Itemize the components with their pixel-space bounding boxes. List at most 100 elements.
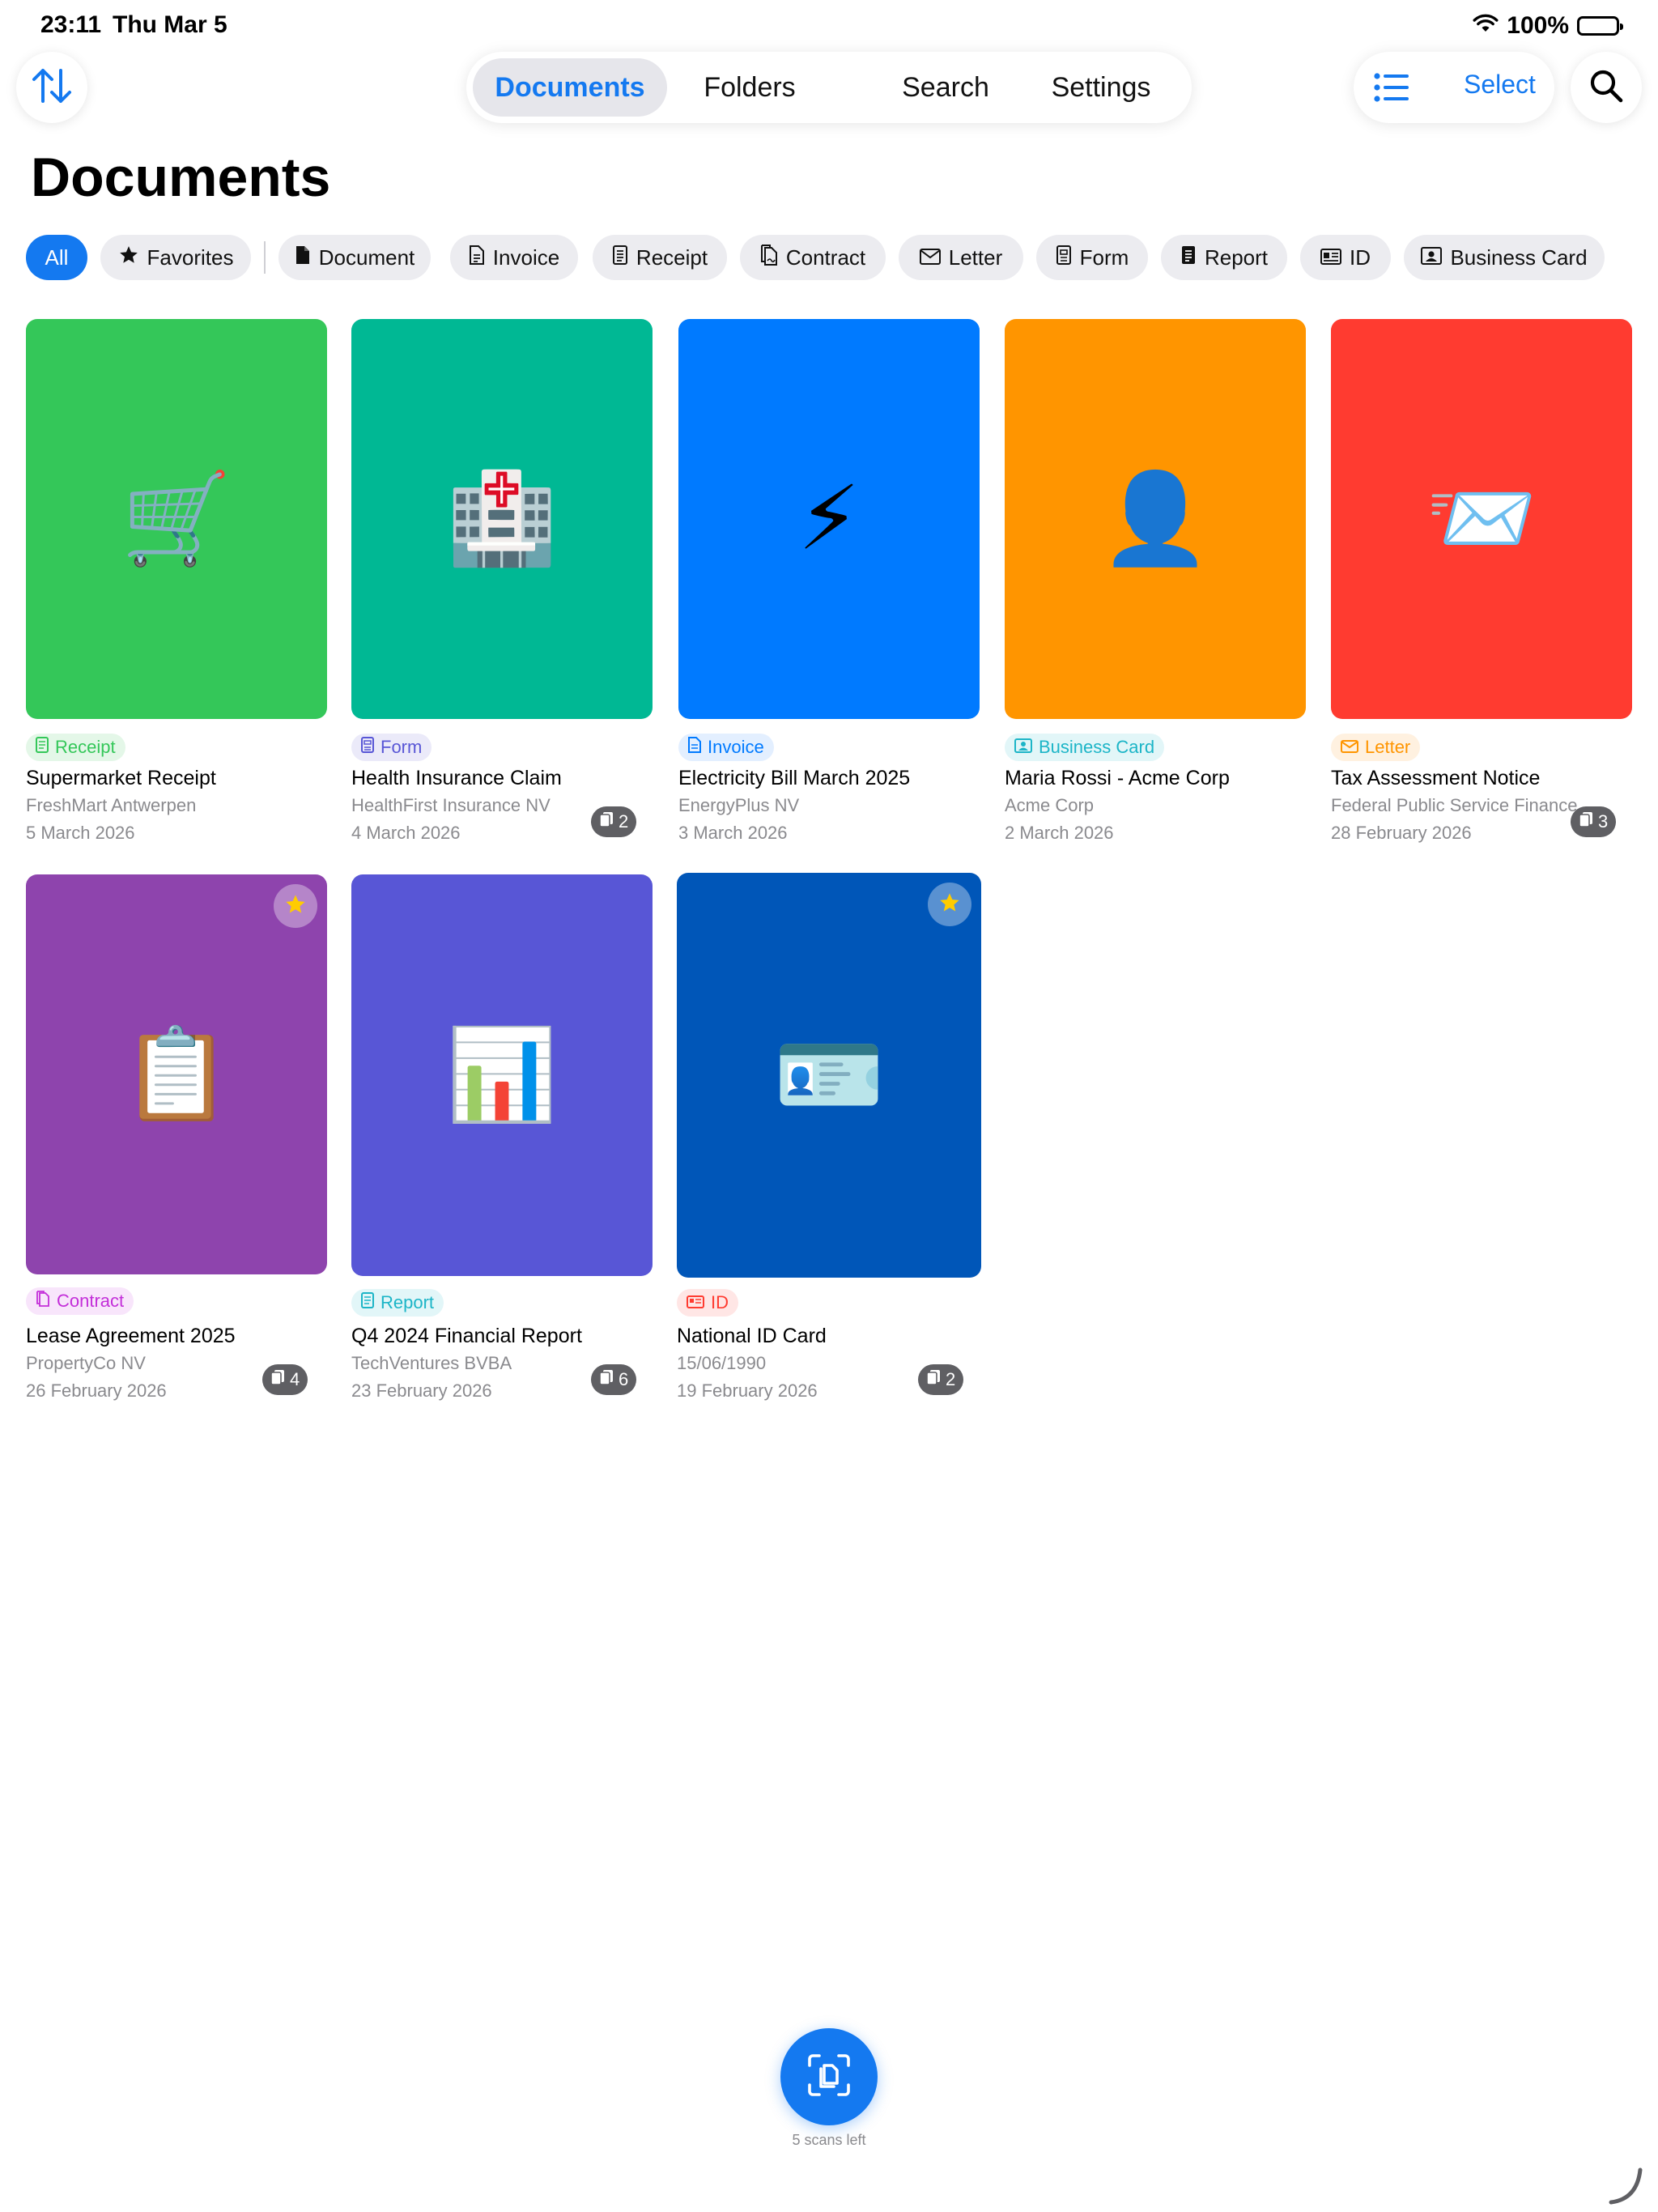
status-date: Thu Mar 5 bbox=[113, 11, 227, 38]
battery-icon bbox=[1577, 16, 1623, 36]
filter-chip-letter[interactable]: Letter bbox=[899, 235, 1023, 280]
document-date: 23 February 2026 bbox=[351, 1380, 492, 1401]
filter-chip-label: Document bbox=[318, 245, 415, 270]
search-button[interactable] bbox=[1571, 52, 1642, 123]
favorite-star-badge[interactable] bbox=[928, 883, 971, 926]
envelope-icon bbox=[1341, 737, 1358, 758]
page-count-badge: 2 bbox=[918, 1364, 964, 1395]
document-card-national-id[interactable]: 🪪 ID National ID Card 15/06/1990 19 Febr… bbox=[677, 873, 981, 1409]
filter-chip-report[interactable]: Report bbox=[1161, 235, 1287, 280]
document-thumbnail[interactable]: 📊 bbox=[351, 874, 653, 1276]
document-thumbnail[interactable]: 🏥 bbox=[351, 319, 653, 719]
document-thumbnail[interactable]: ⚡ bbox=[678, 319, 980, 719]
document-thumbnail[interactable]: 👤 bbox=[1005, 319, 1306, 719]
document-type-tag: Report bbox=[351, 1289, 444, 1317]
report-icon bbox=[1180, 245, 1197, 270]
select-button[interactable]: Select bbox=[1464, 70, 1536, 100]
status-bar: 23:11 Thu Mar 5 100% bbox=[0, 0, 1658, 52]
document-subtitle: 15/06/1990 bbox=[677, 1353, 767, 1373]
document-card-q4-financial-report[interactable]: 📊 Report Q4 2024 Financial Report TechVe… bbox=[351, 874, 653, 1409]
document-subtitle: Acme Corp bbox=[1005, 795, 1095, 815]
star-icon bbox=[938, 891, 961, 918]
document-subtitle: FreshMart Antwerpen bbox=[26, 795, 197, 815]
document-subtitle: TechVentures BVBA bbox=[351, 1353, 512, 1373]
document-type-label: Receipt bbox=[55, 737, 116, 757]
page-count-badge: 4 bbox=[262, 1364, 308, 1395]
filter-chip-receipt[interactable]: Receipt bbox=[593, 235, 727, 280]
view-options-pill: Select bbox=[1354, 52, 1554, 123]
document-type-label: Contract bbox=[57, 1291, 125, 1311]
filter-chip-label: Favorites bbox=[147, 245, 234, 270]
document-title: Q4 2024 Financial Report bbox=[351, 1325, 582, 1347]
list-view-icon[interactable] bbox=[1373, 70, 1410, 105]
main-tab-bar: Documents Folders Search Settings bbox=[466, 52, 1192, 123]
document-title: Tax Assessment Notice bbox=[1331, 767, 1541, 789]
favorite-star-badge[interactable] bbox=[274, 884, 317, 928]
document-card-supermarket-receipt[interactable]: 🛒 Receipt Supermarket Receipt FreshMart … bbox=[26, 319, 327, 845]
chip-divider bbox=[264, 241, 266, 274]
document-thumbnail[interactable]: 📋 bbox=[26, 874, 327, 1274]
page-title: Documents bbox=[31, 147, 331, 208]
document-card-electricity-bill[interactable]: ⚡ Invoice Electricity Bill March 2025 En… bbox=[678, 319, 980, 845]
filter-chip-form[interactable]: Form bbox=[1036, 235, 1148, 280]
pages-icon bbox=[599, 811, 614, 832]
filter-chip-label: Report bbox=[1204, 245, 1269, 270]
tab-settings[interactable]: Settings bbox=[1033, 58, 1169, 117]
scans-left-label: 5 scans left bbox=[792, 2132, 866, 2148]
document-card-tax-assessment[interactable]: 📨 Letter Tax Assessment Notice Federal P… bbox=[1331, 319, 1632, 845]
document-thumbnail[interactable]: 🛒 bbox=[26, 319, 327, 719]
receipt-icon bbox=[36, 737, 49, 758]
contract-icon bbox=[760, 244, 778, 271]
document-date: 26 February 2026 bbox=[26, 1380, 167, 1401]
sort-arrows-icon bbox=[30, 66, 74, 110]
document-type-label: ID bbox=[711, 1292, 729, 1312]
star-icon bbox=[284, 893, 307, 920]
sort-button[interactable] bbox=[16, 52, 87, 123]
document-type-label: Business Card bbox=[1039, 737, 1155, 757]
document-type-label: Letter bbox=[1365, 737, 1411, 757]
document-card-maria-rossi[interactable]: 👤 Business Card Maria Rossi - Acme Corp … bbox=[1005, 319, 1306, 845]
document-date: 5 March 2026 bbox=[26, 823, 135, 843]
filter-chip-label: Invoice bbox=[492, 245, 560, 270]
document-thumbnail[interactable]: 🪪 bbox=[677, 873, 981, 1278]
scan-document-button[interactable] bbox=[780, 2028, 878, 2125]
document-title: Maria Rossi - Acme Corp bbox=[1005, 767, 1230, 789]
page-count-badge: 6 bbox=[591, 1364, 637, 1395]
document-type-tag: Form bbox=[351, 734, 432, 761]
clipboard-icon: 📋 bbox=[121, 1024, 232, 1124]
shopping-cart-icon: 🛒 bbox=[121, 469, 232, 568]
invoice-icon bbox=[469, 245, 485, 270]
document-subtitle: Federal Public Service Finance bbox=[1331, 795, 1578, 815]
document-card-health-insurance-claim[interactable]: 🏥 Form Health Insurance Claim HealthFirs… bbox=[351, 319, 653, 845]
document-scan-icon bbox=[806, 2052, 852, 2102]
filter-chip-label: Form bbox=[1079, 245, 1129, 270]
filter-chip-document[interactable]: Document bbox=[278, 235, 431, 280]
lightning-icon: ⚡ bbox=[797, 469, 861, 568]
page-count-badge: 2 bbox=[591, 806, 637, 837]
filter-chip-invoice[interactable]: Invoice bbox=[450, 235, 578, 280]
resize-handle-icon[interactable] bbox=[1608, 2167, 1647, 2210]
report-icon bbox=[361, 1292, 374, 1313]
page-count: 4 bbox=[290, 1369, 300, 1389]
bar-chart-icon: 📊 bbox=[446, 1025, 558, 1125]
tab-documents[interactable]: Documents bbox=[473, 58, 667, 117]
document-date: 19 February 2026 bbox=[677, 1380, 818, 1401]
id-card-icon: 🪪 bbox=[773, 1025, 885, 1125]
envelope-icon bbox=[919, 245, 941, 270]
battery-percent: 100% bbox=[1507, 12, 1569, 39]
filter-chip-business-card[interactable]: Business Card bbox=[1404, 235, 1605, 280]
document-card-lease-agreement[interactable]: 📋 Contract Lease Agreement 2025 Property… bbox=[26, 874, 327, 1409]
document-thumbnail[interactable]: 📨 bbox=[1331, 319, 1632, 719]
document-title: Health Insurance Claim bbox=[351, 767, 562, 789]
page-count: 2 bbox=[619, 811, 629, 832]
tab-search[interactable]: Search bbox=[889, 58, 1002, 117]
filter-chip-id[interactable]: ID bbox=[1300, 235, 1391, 280]
tab-folders[interactable]: Folders bbox=[669, 58, 831, 117]
filter-chip-all[interactable]: All bbox=[26, 235, 87, 280]
filter-chip-favorites[interactable]: Favorites bbox=[100, 235, 251, 280]
document-type-label: Form bbox=[380, 737, 423, 757]
pages-icon bbox=[270, 1369, 285, 1390]
document-type-tag: Contract bbox=[26, 1287, 134, 1315]
filter-chip-contract[interactable]: Contract bbox=[740, 235, 886, 280]
star-icon bbox=[118, 245, 139, 271]
